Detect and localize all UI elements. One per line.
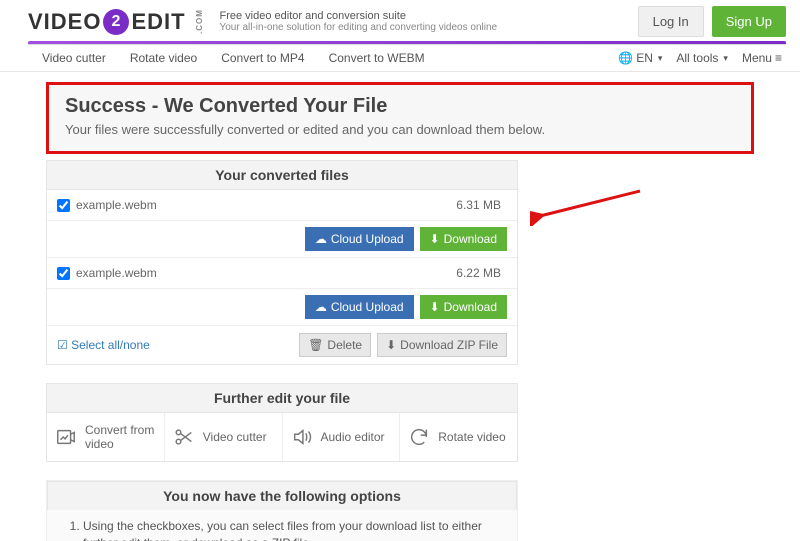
logo[interactable]: VIDEO 2 EDIT .COM bbox=[28, 9, 211, 35]
scissors-icon bbox=[173, 426, 195, 448]
file-size: 6.22 MB bbox=[456, 266, 501, 280]
tile-video-cutter[interactable]: Video cutter bbox=[165, 413, 283, 461]
download-button[interactable]: ⬇ Download bbox=[420, 227, 507, 251]
logo-com: .COM bbox=[195, 9, 204, 34]
speaker-icon bbox=[291, 426, 313, 448]
tile-label: Rotate video bbox=[438, 430, 505, 444]
file-checkbox[interactable] bbox=[57, 267, 70, 280]
download-icon: ⬇ bbox=[430, 232, 440, 246]
tile-audio-editor[interactable]: Audio editor bbox=[283, 413, 401, 461]
select-all-label: Select all/none bbox=[71, 338, 150, 352]
cloud-upload-label: Cloud Upload bbox=[331, 300, 404, 314]
zip-label: Download ZIP File bbox=[400, 338, 498, 352]
cloud-icon: ☁ bbox=[315, 232, 327, 246]
delete-button[interactable]: 🗑 Delete bbox=[299, 333, 371, 357]
file-name: example.webm bbox=[76, 198, 157, 212]
delete-label: Delete bbox=[327, 338, 362, 352]
tile-rotate-video[interactable]: Rotate video bbox=[400, 413, 517, 461]
hamburger-icon: ≡ bbox=[775, 51, 782, 65]
download-label: Download bbox=[444, 232, 497, 246]
all-tools-menu[interactable]: All tools bbox=[676, 51, 728, 65]
download-icon: ⬇ bbox=[430, 300, 440, 314]
tagline: Free video editor and conversion suite Y… bbox=[219, 10, 497, 33]
globe-icon: 🌐 bbox=[618, 51, 633, 65]
success-subtitle: Your files were successfully converted o… bbox=[65, 122, 735, 137]
file-checkbox[interactable] bbox=[57, 199, 70, 212]
nav-convert-mp4[interactable]: Convert to MP4 bbox=[221, 51, 304, 65]
select-all-none-link[interactable]: ☑ Select all/none bbox=[57, 338, 150, 352]
download-button[interactable]: ⬇ Download bbox=[420, 295, 507, 319]
nav-rotate-video[interactable]: Rotate video bbox=[130, 51, 197, 65]
tile-label: Video cutter bbox=[203, 430, 267, 444]
tagline-title: Free video editor and conversion suite bbox=[219, 10, 497, 22]
tile-convert-from-video[interactable]: Convert from video bbox=[47, 413, 165, 461]
checkbox-arrow-icon: ☑ bbox=[57, 338, 68, 352]
tagline-sub: Your all-in-one solution for editing and… bbox=[219, 22, 497, 33]
option-item-1: Using the checkboxes, you can select fil… bbox=[83, 518, 499, 541]
file-name: example.webm bbox=[76, 266, 157, 280]
logo-edit: EDIT bbox=[131, 9, 185, 35]
trash-icon: 🗑 bbox=[308, 338, 323, 352]
further-edit-title: Further edit your file bbox=[46, 383, 518, 412]
signup-button[interactable]: Sign Up bbox=[712, 6, 786, 37]
cloud-upload-button[interactable]: ☁ Cloud Upload bbox=[305, 295, 414, 319]
login-button[interactable]: Log In bbox=[638, 6, 704, 37]
file-row: example.webm 6.22 MB bbox=[47, 258, 517, 289]
tile-label: Audio editor bbox=[321, 430, 385, 444]
file-row: example.webm 6.31 MB bbox=[47, 190, 517, 221]
converted-files-title: Your converted files bbox=[46, 160, 518, 189]
edit-video-icon bbox=[55, 426, 77, 448]
file-size: 6.31 MB bbox=[456, 198, 501, 212]
download-label: Download bbox=[444, 300, 497, 314]
download-zip-button[interactable]: ⬇ Download ZIP File bbox=[377, 333, 507, 357]
language-selector[interactable]: 🌐EN bbox=[618, 51, 662, 65]
cloud-upload-label: Cloud Upload bbox=[331, 232, 404, 246]
cloud-upload-button[interactable]: ☁ Cloud Upload bbox=[305, 227, 414, 251]
language-label: EN bbox=[636, 51, 653, 65]
success-title: Success - We Converted Your File bbox=[65, 95, 735, 118]
menu-button[interactable]: Menu ≡ bbox=[742, 51, 782, 65]
nav-convert-webm[interactable]: Convert to WEBM bbox=[329, 51, 425, 65]
cloud-icon: ☁ bbox=[315, 300, 327, 314]
nav-video-cutter[interactable]: Video cutter bbox=[42, 51, 106, 65]
tile-label: Convert from video bbox=[85, 423, 156, 451]
options-title: You now have the following options bbox=[47, 481, 517, 510]
logo-video: VIDEO bbox=[28, 9, 101, 35]
logo-2-circle: 2 bbox=[103, 9, 129, 35]
success-banner: Success - We Converted Your File Your fi… bbox=[46, 82, 754, 154]
menu-label: Menu bbox=[742, 51, 772, 65]
download-icon: ⬇ bbox=[386, 338, 396, 352]
rotate-icon bbox=[408, 426, 430, 448]
